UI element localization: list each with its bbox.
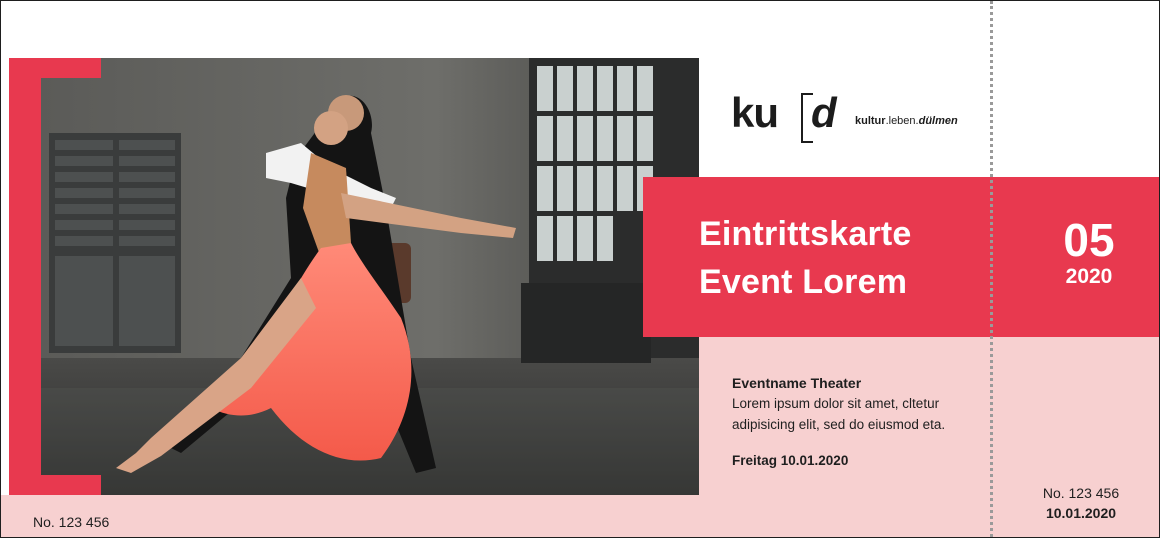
red-bracket-top <box>9 58 101 78</box>
stub-date: 10.01.2020 <box>1045 505 1117 521</box>
tagline-duelmen: dülmen <box>918 115 958 127</box>
tagline-kultur: kultur <box>855 115 886 127</box>
event-description: Lorem ipsum dolor sit amet, cltetur adip… <box>732 396 946 432</box>
ticket-day: 05 <box>1063 214 1115 266</box>
bottom-band <box>1 495 1159 537</box>
title-block: Eintrittskarte Event Lorem 05 2020 <box>643 177 1159 337</box>
ticket-number: No. 123 456 <box>33 514 110 530</box>
ticket-title-line2: Event Lorem <box>699 263 908 301</box>
logo-mark-ku: ku <box>731 89 779 136</box>
dancers-photo-illustration <box>41 58 699 495</box>
event-ticket: ku d kultur.leben.dülmen Eintrittskarte … <box>0 0 1160 538</box>
logo-mark-d: d <box>811 89 837 136</box>
perforation-line <box>990 1 993 537</box>
red-bracket-bottom <box>9 475 101 495</box>
ticket-title-line1: Eintrittskarte <box>699 215 912 253</box>
event-info: Eventname Theater Lorem ipsum dolor sit … <box>732 375 982 468</box>
event-name: Eventname Theater <box>732 375 862 391</box>
logo-tagline: kultur.leben.dülmen <box>855 115 958 127</box>
dancers-photo <box>41 58 699 495</box>
ticket-year: 2020 <box>1065 265 1113 288</box>
red-bracket-left <box>9 58 41 495</box>
tagline-leben: .leben. <box>885 115 919 127</box>
stub-number: No. 123 456 <box>1042 485 1120 501</box>
event-date: Freitag 10.01.2020 <box>732 453 849 468</box>
